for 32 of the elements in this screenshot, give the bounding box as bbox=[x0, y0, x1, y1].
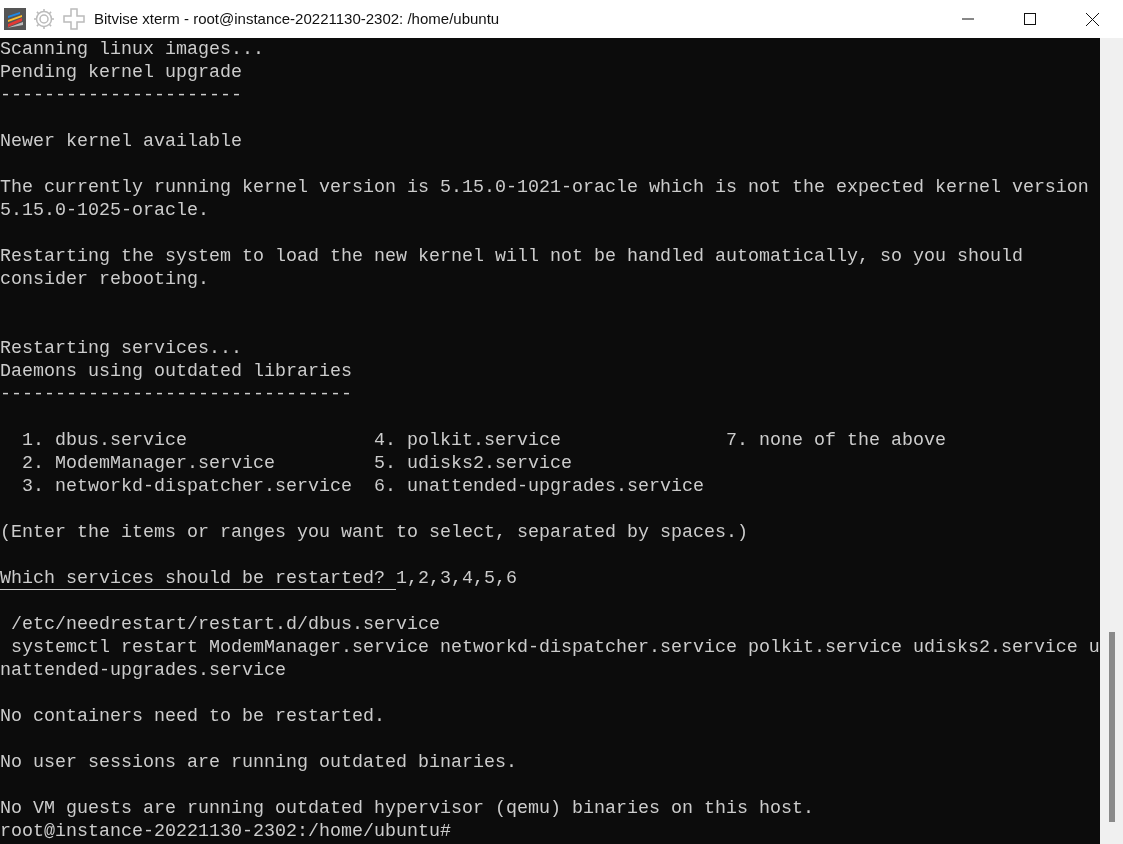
terminal-line: No VM guests are running outdated hypervisor (qemu) binaries on this host. bbox=[0, 798, 814, 819]
terminal-line: 1. dbus.service 4. polkit.service 7. none of the above bbox=[21, 430, 946, 451]
window-title: Bitvise xterm - root@instance-20221130-2302: /home/ubuntu bbox=[94, 8, 500, 29]
terminal-line: consider rebooting. bbox=[0, 269, 209, 290]
terminal-line: Pending kernel upgrade bbox=[0, 62, 242, 83]
terminal-line: (Enter the items or ranges you want to select, separated by spaces.) bbox=[0, 522, 748, 543]
prompt-question: Which services should be restarted? bbox=[0, 568, 396, 590]
terminal-line: No user sessions are running outdated binaries. bbox=[0, 752, 517, 773]
maximize-icon bbox=[1024, 13, 1036, 25]
terminal-line: /etc/needrestart/restart.d/dbus.service bbox=[10, 614, 440, 635]
terminal-line: root@instance-20221130-2302:/home/ubuntu# bbox=[0, 821, 451, 842]
plus-icon[interactable] bbox=[62, 7, 86, 31]
terminal-line: systemctl restart ModemManager.service networkd-dispatcher.service polkit.service udisks2.service u bbox=[10, 637, 1100, 658]
terminal-line: Restarting services... bbox=[0, 338, 242, 359]
terminal-line: The currently running kernel version is 5.15.0-1021-oracle which is not the expected kernel version bbox=[0, 177, 1089, 198]
terminal-line: 3. networkd-dispatcher.service 6. unattended-upgrades.service bbox=[21, 476, 704, 497]
terminal-line: nattended-upgrades.service bbox=[0, 660, 286, 681]
typed-answer: 1,2,3,4,5,6 bbox=[395, 568, 517, 589]
scrollbar-thumb[interactable] bbox=[1109, 632, 1115, 822]
terminal-line: -------------------------------- bbox=[0, 384, 352, 405]
terminal-line: 5.15.0-1025-oracle. bbox=[0, 200, 209, 221]
gear-icon[interactable] bbox=[32, 7, 56, 31]
terminal-line: Restarting the system to load the new kernel will not be handled automatically, so you should bbox=[0, 246, 1023, 267]
terminal-line: Newer kernel available bbox=[0, 131, 242, 152]
terminal-line: 2. ModemManager.service 5. udisks2.service bbox=[21, 453, 572, 474]
close-icon bbox=[1085, 12, 1099, 26]
terminal-line: ---------------------- bbox=[0, 85, 242, 106]
terminal-line: No containers need to be restarted. bbox=[0, 706, 385, 727]
terminal-line: Scanning linux images... bbox=[0, 39, 264, 60]
terminal-line: Daemons using outdated libraries bbox=[0, 361, 352, 382]
app-icon bbox=[4, 8, 26, 30]
scrollbar[interactable] bbox=[1100, 38, 1123, 844]
